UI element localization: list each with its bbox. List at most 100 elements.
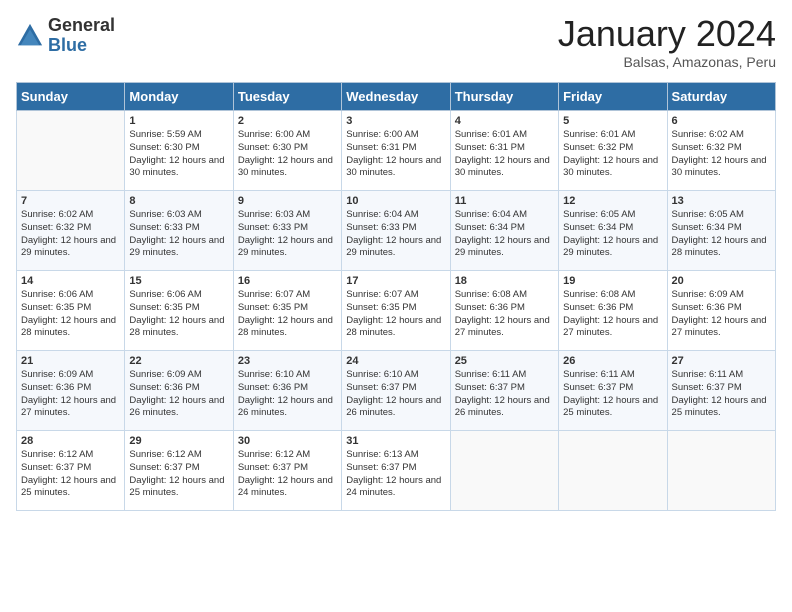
day-info: Sunrise: 6:03 AMSunset: 6:33 PMDaylight:… bbox=[238, 209, 333, 258]
day-number: 23 bbox=[238, 355, 337, 367]
day-info: Sunrise: 6:02 AMSunset: 6:32 PMDaylight:… bbox=[672, 129, 767, 178]
page-header: General Blue January 2024 Balsas, Amazon… bbox=[16, 16, 776, 70]
table-row bbox=[667, 431, 775, 511]
header-saturday: Saturday bbox=[667, 83, 775, 111]
day-number: 10 bbox=[346, 195, 445, 207]
day-number: 16 bbox=[238, 275, 337, 287]
day-number: 6 bbox=[672, 115, 771, 127]
day-number: 27 bbox=[672, 355, 771, 367]
location-subtitle: Balsas, Amazonas, Peru bbox=[558, 54, 776, 70]
day-info: Sunrise: 6:12 AMSunset: 6:37 PMDaylight:… bbox=[129, 449, 224, 498]
header-thursday: Thursday bbox=[450, 83, 558, 111]
day-number: 20 bbox=[672, 275, 771, 287]
day-number: 5 bbox=[563, 115, 662, 127]
day-number: 13 bbox=[672, 195, 771, 207]
table-row: 31 Sunrise: 6:13 AMSunset: 6:37 PMDayligh… bbox=[342, 431, 450, 511]
table-row: 8Sunrise: 6:03 AMSunset: 6:33 PMDaylight… bbox=[125, 191, 233, 271]
table-row: 25 Sunrise: 6:11 AMSunset: 6:37 PMDayligh… bbox=[450, 351, 558, 431]
day-number: 26 bbox=[563, 355, 662, 367]
calendar-week-row: 7 Sunrise: 6:02 AMSunset: 6:32 PMDaylight… bbox=[17, 191, 776, 271]
day-number: 3 bbox=[346, 115, 445, 127]
table-row: 15 Sunrise: 6:06 AMSunset: 6:35 PMDayligh… bbox=[125, 271, 233, 351]
day-number: 1 bbox=[129, 115, 228, 127]
day-number: 28 bbox=[21, 435, 120, 447]
table-row: 18 Sunrise: 6:08 AMSunset: 6:36 PMDayligh… bbox=[450, 271, 558, 351]
day-number: 15 bbox=[129, 275, 228, 287]
day-info: Sunrise: 6:06 AMSunset: 6:35 PMDaylight:… bbox=[21, 289, 116, 338]
day-number: 25 bbox=[455, 355, 554, 367]
day-info: Sunrise: 6:10 AMSunset: 6:36 PMDaylight:… bbox=[238, 369, 333, 418]
logo-blue-text: Blue bbox=[48, 35, 87, 55]
table-row: 21 Sunrise: 6:09 AMSunset: 6:36 PMDayligh… bbox=[17, 351, 125, 431]
table-row bbox=[450, 431, 558, 511]
day-info: Sunrise: 6:11 AMSunset: 6:37 PMDaylight:… bbox=[563, 369, 658, 418]
day-number: 17 bbox=[346, 275, 445, 287]
day-info: Sunrise: 6:12 AMSunset: 6:37 PMDaylight:… bbox=[238, 449, 333, 498]
day-number: 4 bbox=[455, 115, 554, 127]
logo: General Blue bbox=[16, 16, 115, 56]
table-row: 16 Sunrise: 6:07 AMSunset: 6:35 PMDayligh… bbox=[233, 271, 341, 351]
day-info: Sunrise: 6:05 AMSunset: 6:34 PMDaylight:… bbox=[563, 209, 658, 258]
day-info: Sunrise: 6:10 AMSunset: 6:37 PMDaylight:… bbox=[346, 369, 441, 418]
day-info: Sunrise: 6:07 AMSunset: 6:35 PMDaylight:… bbox=[346, 289, 441, 338]
day-number: 22 bbox=[129, 355, 228, 367]
day-number: 14 bbox=[21, 275, 120, 287]
calendar-week-row: 28 Sunrise: 6:12 AMSunset: 6:37 PMDayligh… bbox=[17, 431, 776, 511]
table-row: 17 Sunrise: 6:07 AMSunset: 6:35 PMDayligh… bbox=[342, 271, 450, 351]
day-number: 11 bbox=[455, 195, 554, 207]
table-row: 2Sunrise: 6:00 AMSunset: 6:30 PMDaylight… bbox=[233, 111, 341, 191]
day-info: Sunrise: 6:01 AMSunset: 6:32 PMDaylight:… bbox=[563, 129, 658, 178]
day-number: 29 bbox=[129, 435, 228, 447]
day-info: Sunrise: 6:05 AMSunset: 6:34 PMDaylight:… bbox=[672, 209, 767, 258]
day-info: Sunrise: 6:12 AMSunset: 6:37 PMDaylight:… bbox=[21, 449, 116, 498]
day-info: Sunrise: 6:09 AMSunset: 6:36 PMDaylight:… bbox=[129, 369, 224, 418]
month-title: January 2024 bbox=[558, 16, 776, 52]
day-info: Sunrise: 5:59 AMSunset: 6:30 PMDaylight:… bbox=[129, 129, 224, 178]
table-row: 27 Sunrise: 6:11 AMSunset: 6:37 PMDayligh… bbox=[667, 351, 775, 431]
table-row: 30 Sunrise: 6:12 AMSunset: 6:37 PMDayligh… bbox=[233, 431, 341, 511]
logo-icon bbox=[16, 22, 44, 50]
table-row: 11 Sunrise: 6:04 AMSunset: 6:34 PMDayligh… bbox=[450, 191, 558, 271]
table-row: 23 Sunrise: 6:10 AMSunset: 6:36 PMDayligh… bbox=[233, 351, 341, 431]
day-info: Sunrise: 6:11 AMSunset: 6:37 PMDaylight:… bbox=[455, 369, 550, 418]
day-number: 31 bbox=[346, 435, 445, 447]
day-number: 18 bbox=[455, 275, 554, 287]
table-row: 6 Sunrise: 6:02 AMSunset: 6:32 PMDaylight… bbox=[667, 111, 775, 191]
day-number: 7 bbox=[21, 195, 120, 207]
calendar-header-row: Sunday Monday Tuesday Wednesday Thursday… bbox=[17, 83, 776, 111]
day-number: 12 bbox=[563, 195, 662, 207]
day-info: Sunrise: 6:13 AMSunset: 6:37 PMDaylight:… bbox=[346, 449, 441, 498]
day-info: Sunrise: 6:08 AMSunset: 6:36 PMDaylight:… bbox=[563, 289, 658, 338]
day-info: Sunrise: 6:11 AMSunset: 6:37 PMDaylight:… bbox=[672, 369, 767, 418]
day-number: 19 bbox=[563, 275, 662, 287]
header-monday: Monday bbox=[125, 83, 233, 111]
header-wednesday: Wednesday bbox=[342, 83, 450, 111]
title-block: January 2024 Balsas, Amazonas, Peru bbox=[558, 16, 776, 70]
day-number: 21 bbox=[21, 355, 120, 367]
calendar-week-row: 21 Sunrise: 6:09 AMSunset: 6:36 PMDayligh… bbox=[17, 351, 776, 431]
day-info: Sunrise: 6:01 AMSunset: 6:31 PMDaylight:… bbox=[455, 129, 550, 178]
day-info: Sunrise: 6:06 AMSunset: 6:35 PMDaylight:… bbox=[129, 289, 224, 338]
day-info: Sunrise: 6:08 AMSunset: 6:36 PMDaylight:… bbox=[455, 289, 550, 338]
table-row: 14 Sunrise: 6:06 AMSunset: 6:35 PMDayligh… bbox=[17, 271, 125, 351]
logo-general-text: General bbox=[48, 15, 115, 35]
table-row: 24Sunrise: 6:10 AMSunset: 6:37 PMDayligh… bbox=[342, 351, 450, 431]
table-row: 22 Sunrise: 6:09 AMSunset: 6:36 PMDayligh… bbox=[125, 351, 233, 431]
day-number: 30 bbox=[238, 435, 337, 447]
table-row: 19 Sunrise: 6:08 AMSunset: 6:36 PMDayligh… bbox=[559, 271, 667, 351]
day-number: 8 bbox=[129, 195, 228, 207]
day-info: Sunrise: 6:09 AMSunset: 6:36 PMDaylight:… bbox=[21, 369, 116, 418]
table-row: 29 Sunrise: 6:12 AMSunset: 6:37 PMDayligh… bbox=[125, 431, 233, 511]
table-row: 20 Sunrise: 6:09 AMSunset: 6:36 PMDayligh… bbox=[667, 271, 775, 351]
table-row: 7 Sunrise: 6:02 AMSunset: 6:32 PMDaylight… bbox=[17, 191, 125, 271]
table-row: 12 Sunrise: 6:05 AMSunset: 6:34 PMDayligh… bbox=[559, 191, 667, 271]
day-info: Sunrise: 6:04 AMSunset: 6:34 PMDaylight:… bbox=[455, 209, 550, 258]
day-info: Sunrise: 6:02 AMSunset: 6:32 PMDaylight:… bbox=[21, 209, 116, 258]
table-row: 28 Sunrise: 6:12 AMSunset: 6:37 PMDayligh… bbox=[17, 431, 125, 511]
day-info: Sunrise: 6:07 AMSunset: 6:35 PMDaylight:… bbox=[238, 289, 333, 338]
day-number: 9 bbox=[238, 195, 337, 207]
calendar-week-row: 1 Sunrise: 5:59 AMSunset: 6:30 PMDaylight… bbox=[17, 111, 776, 191]
day-info: Sunrise: 6:09 AMSunset: 6:36 PMDaylight:… bbox=[672, 289, 767, 338]
table-row: 4 Sunrise: 6:01 AMSunset: 6:31 PMDaylight… bbox=[450, 111, 558, 191]
calendar-week-row: 14 Sunrise: 6:06 AMSunset: 6:35 PMDayligh… bbox=[17, 271, 776, 351]
